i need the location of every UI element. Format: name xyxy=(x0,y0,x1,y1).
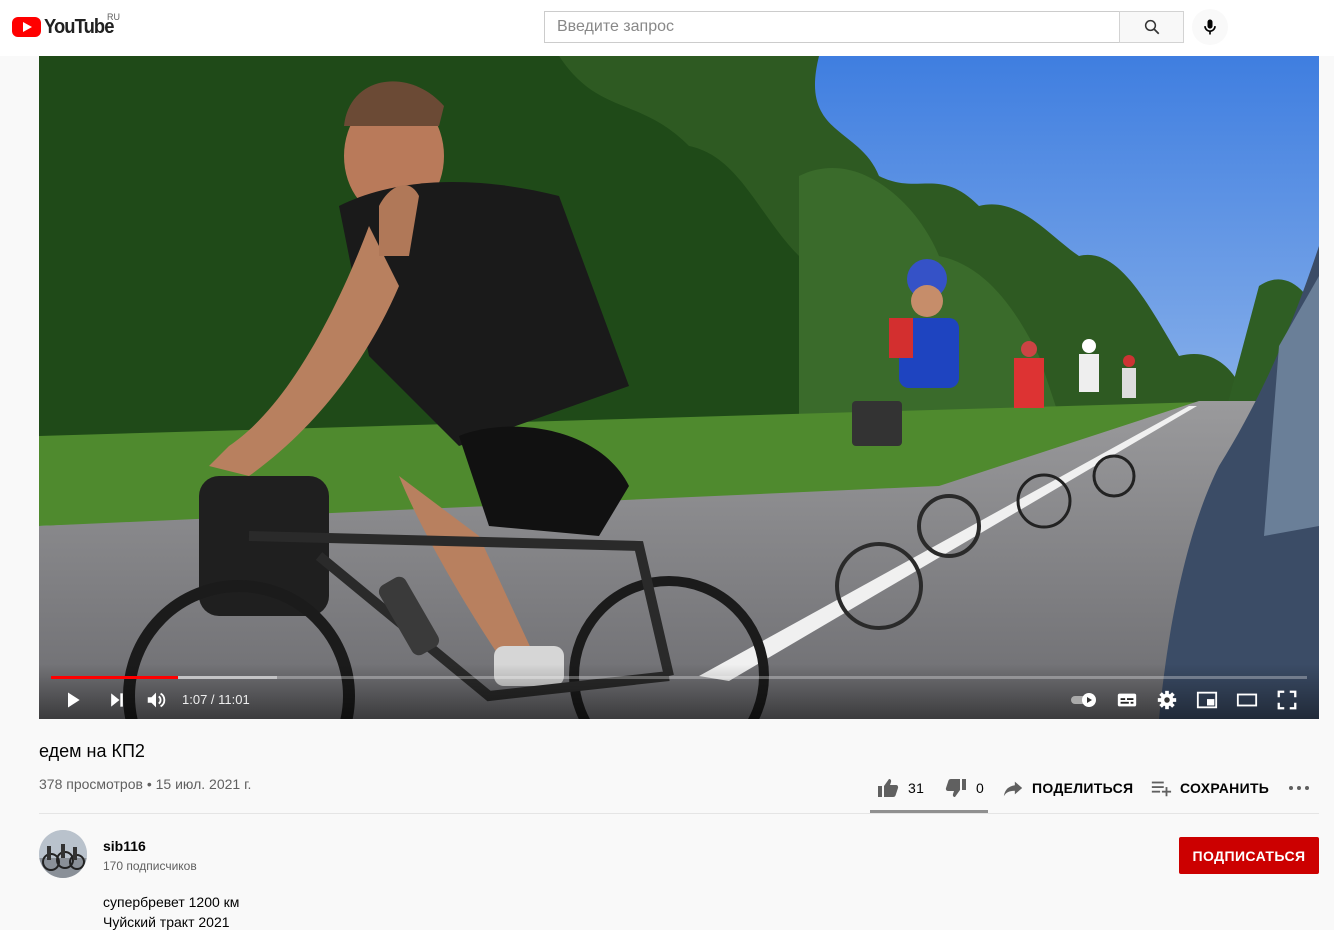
dislike-button[interactable]: 0 xyxy=(944,770,984,806)
youtube-logo-icon xyxy=(12,17,41,37)
logo-text: YouTube xyxy=(44,15,114,38)
subtitles-icon xyxy=(1117,693,1137,707)
subscriber-count: 170 подписчиков xyxy=(103,859,197,873)
more-horizontal-icon xyxy=(1289,786,1309,790)
dislike-count: 0 xyxy=(976,780,985,796)
search-icon xyxy=(1144,19,1159,35)
next-button[interactable] xyxy=(105,688,129,712)
microphone-icon xyxy=(1204,19,1216,35)
divider xyxy=(39,813,1319,814)
play-button[interactable] xyxy=(61,688,85,712)
share-button[interactable]: ПОДЕЛИТЬСЯ xyxy=(1002,770,1133,806)
search-input[interactable] xyxy=(557,18,1108,36)
next-icon xyxy=(111,693,123,707)
channel-avatar[interactable] xyxy=(39,830,87,878)
more-actions-button[interactable] xyxy=(1287,770,1311,806)
channel-name[interactable]: sib116 xyxy=(103,838,146,854)
theater-mode-icon xyxy=(1236,693,1258,707)
autoplay-toggle-icon xyxy=(1071,693,1096,707)
like-count: 31 xyxy=(908,780,925,796)
save-button[interactable]: СОХРАНИТЬ xyxy=(1150,770,1269,806)
search-button[interactable] xyxy=(1119,11,1184,43)
progress-bar[interactable] xyxy=(51,676,1307,679)
time-display: 1:07 / 11:01 xyxy=(182,692,250,707)
miniplayer-icon xyxy=(1196,691,1218,709)
autoplay-toggle[interactable] xyxy=(1068,688,1100,712)
search-box[interactable] xyxy=(544,11,1120,43)
thumbs-up-icon xyxy=(878,779,899,797)
publish-date: 15 июл. 2021 г. xyxy=(155,776,252,792)
voice-search-button[interactable] xyxy=(1192,9,1228,45)
description-line: супербревет 1200 км xyxy=(103,894,240,910)
description-line: Чуйский тракт 2021 xyxy=(103,914,230,930)
subtitles-button[interactable] xyxy=(1114,688,1140,712)
player-controls: 1:07 / 11:01 xyxy=(39,664,1319,719)
share-label: ПОДЕЛИТЬСЯ xyxy=(1032,780,1134,796)
theater-mode-button[interactable] xyxy=(1234,688,1260,712)
youtube-logo[interactable]: YouTube xyxy=(12,14,120,40)
avatar-image xyxy=(39,830,87,878)
settings-icon xyxy=(1157,690,1177,710)
volume-icon xyxy=(147,692,166,708)
video-meta: 378 просмотров • 15 июл. 2021 г. xyxy=(39,776,251,792)
masthead: YouTube RU xyxy=(0,0,1334,56)
volume-button[interactable] xyxy=(143,688,169,712)
view-count: 378 просмотров xyxy=(39,776,143,792)
video-player[interactable]: 1:07 / 11:01 xyxy=(39,56,1319,719)
video-frame[interactable] xyxy=(39,56,1319,719)
settings-button[interactable] xyxy=(1154,688,1180,712)
fullscreen-button[interactable] xyxy=(1274,688,1300,712)
progress-played xyxy=(51,676,178,679)
subscribe-button[interactable]: ПОДПИСАТЬСЯ xyxy=(1179,837,1319,874)
like-button[interactable]: 31 xyxy=(876,770,924,806)
meta-separator: • xyxy=(146,776,152,792)
region-code: RU xyxy=(107,12,120,22)
playlist-add-icon xyxy=(1151,781,1172,797)
play-icon xyxy=(68,692,80,708)
video-title: едем на КП2 xyxy=(39,741,145,761)
fullscreen-icon xyxy=(1277,690,1297,710)
thumbs-down-icon xyxy=(945,779,966,797)
miniplayer-button[interactable] xyxy=(1194,688,1220,712)
save-label: СОХРАНИТЬ xyxy=(1180,780,1270,796)
share-icon xyxy=(1003,781,1023,797)
